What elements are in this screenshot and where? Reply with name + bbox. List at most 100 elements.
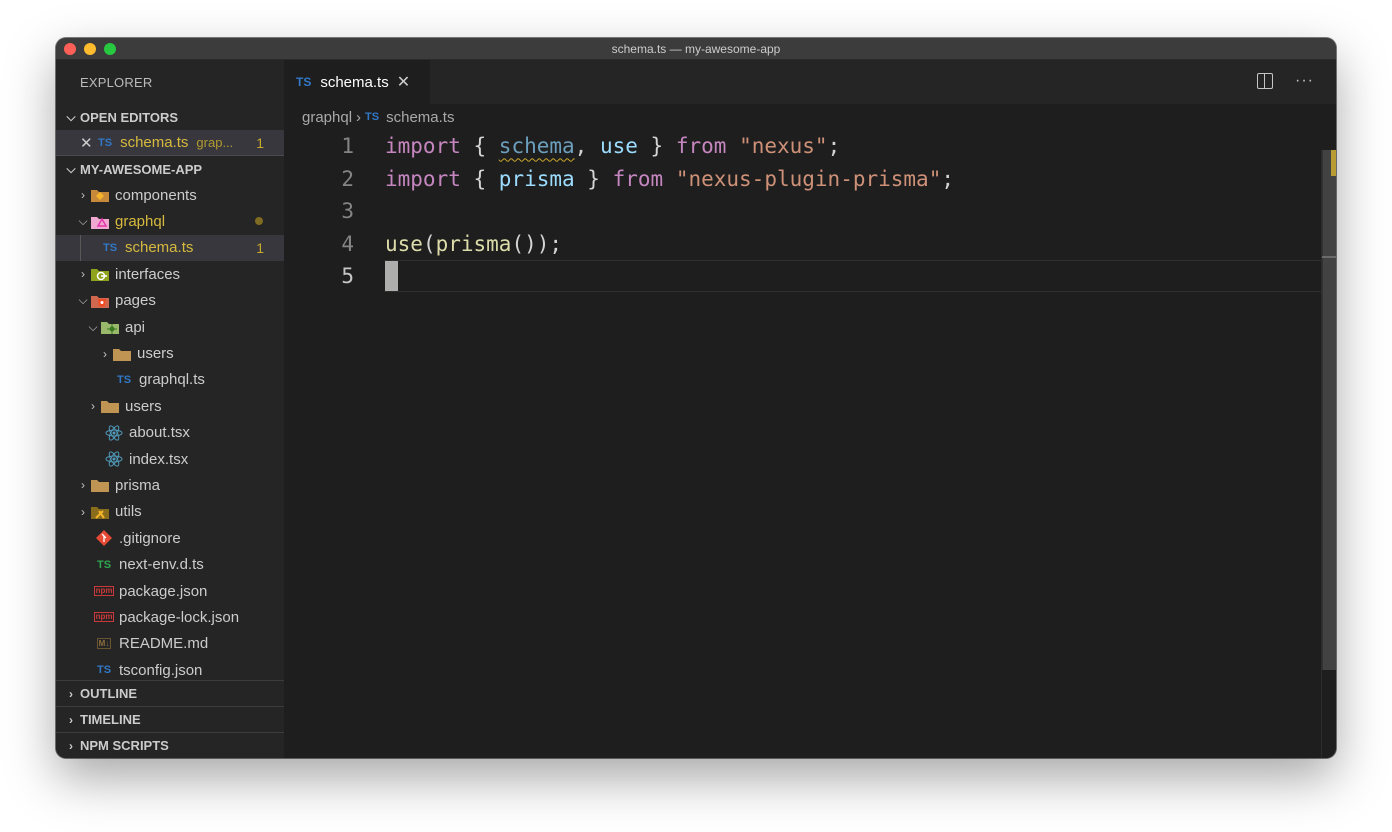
minimize-window-button[interactable] [84,43,96,55]
text-cursor [385,261,398,292]
vertical-scrollbar[interactable] [1322,150,1336,670]
maximize-window-button[interactable] [104,43,116,55]
typescript-icon: TS [98,136,113,149]
tab-label: schema.ts [320,73,389,91]
tree-item-pages[interactable]: ⌵ pages [56,288,284,314]
sidebar-bottom-sections: › OUTLINE › TIMELINE › NPM SCRIPTS [56,680,284,758]
problem-count-badge: 1 [256,239,264,256]
chevron-right-icon: › [69,738,73,753]
chevron-down-icon: ⌵ [66,161,76,176]
open-editor-filename: schema.ts [120,134,189,151]
tree-item-pages-users[interactable]: › users [56,393,284,419]
line-number: 3 [341,199,354,224]
tree-item-package-lock-json[interactable]: npm package-lock.json [56,604,284,630]
code-line-current: 5 [284,260,1336,293]
code-line: 3 [284,195,1336,228]
cursor-position-marker [1322,256,1336,258]
tree-item-index-tsx[interactable]: index.tsx [56,446,284,472]
more-actions-icon[interactable]: ··· [1295,72,1314,90]
chevron-down-icon: ⌵ [88,319,98,334]
project-section-toggle[interactable]: ⌵ MY-AWESOME-APP [56,156,284,182]
code-line: 4 use(prisma()); [284,228,1336,261]
tree-item-api-users[interactable]: › users [56,340,284,366]
folder-icon [90,477,110,493]
close-window-button[interactable] [64,43,76,55]
folder-utils-icon [90,504,110,520]
chevron-down-icon: ⌵ [78,214,88,229]
tree-item-components[interactable]: › components [56,182,284,208]
line-number: 2 [341,166,354,191]
tree-item-interfaces[interactable]: › interfaces [56,261,284,287]
chevron-right-icon: › [81,267,85,282]
tree-item-schema-ts[interactable]: TS schema.ts 1 [56,234,284,262]
current-line-highlight [384,260,1336,293]
typescript-icon: TS [116,373,132,386]
editor-area: TS schema.ts ✕ ··· graphql › TS schema.t… [284,60,1336,758]
tree-item-utils[interactable]: › utils [56,499,284,525]
chevron-right-icon: › [91,399,95,414]
chevron-right-icon: › [69,712,73,727]
tree-item-graphql[interactable]: ⌵ graphql [56,208,284,234]
window-title: schema.ts — my-awesome-app [611,41,781,56]
split-editor-icon[interactable] [1257,73,1274,89]
folder-api-icon [100,319,120,335]
tab-bar: TS schema.ts ✕ ··· [284,60,1336,104]
chevron-right-icon: › [81,188,85,203]
chevron-right-icon: › [69,686,73,701]
tree-item-graphql-ts[interactable]: TS graphql.ts [56,367,284,393]
code-line: 1 import { schema, use } from "nexus"; [284,130,1336,163]
typescript-icon: TS [296,75,312,89]
open-editors-label: OPEN EDITORS [80,109,179,125]
chevron-down-icon: ⌵ [66,109,76,124]
npm-icon: npm [93,586,115,597]
tree-item-readme[interactable]: M↓ README.md [56,631,284,657]
line-number: 4 [341,231,354,256]
warning-marker [1331,150,1336,176]
open-editors-section-toggle[interactable]: ⌵ OPEN EDITORS [56,104,284,130]
chevron-right-icon: › [81,504,85,519]
typescript-icon: TS [102,241,118,254]
react-icon [104,425,124,441]
chevron-right-icon: › [103,346,107,361]
title-bar: schema.ts — my-awesome-app [56,38,1336,60]
unused-import-warning: schema [498,134,575,159]
explorer-sidebar: EXPLORER ⌵ OPEN EDITORS ✕ TS schema.ts g… [56,60,284,758]
close-tab-icon[interactable]: ✕ [397,72,410,92]
tree-item-next-env[interactable]: TS next-env.d.ts [56,551,284,577]
tree-item-package-json[interactable]: npm package.json [56,578,284,604]
tree-item-prisma[interactable]: › prisma [56,472,284,498]
chevron-right-icon: › [81,478,85,493]
timeline-section-toggle[interactable]: › TIMELINE [56,706,284,732]
outline-section-toggle[interactable]: › OUTLINE [56,680,284,706]
project-label: MY-AWESOME-APP [80,161,203,177]
folder-graphql-icon [90,214,110,230]
tree-item-about-tsx[interactable]: about.tsx [56,420,284,446]
markdown-icon: M↓ [96,638,112,650]
code-editor[interactable]: 1 import { schema, use } from "nexus"; 2… [284,130,1336,293]
chevron-right-icon: › [356,108,362,126]
typescript-icon: TS [365,111,380,123]
problem-count-badge: 1 [256,134,264,151]
indent-guide [80,234,81,262]
git-icon [94,530,114,547]
folder-components-icon [90,187,110,203]
close-editor-icon[interactable]: ✕ [80,134,98,152]
folder-interfaces-icon [90,266,110,282]
explorer-header: EXPLORER [80,74,153,90]
npm-scripts-section-toggle[interactable]: › NPM SCRIPTS [56,732,284,758]
breadcrumb-folder[interactable]: graphql [302,109,352,126]
open-editor-item[interactable]: ✕ TS schema.ts grap... 1 [56,130,284,156]
file-tree: › components ⌵ graphql TS schema.ts 1 › … [56,182,284,683]
tree-item-gitignore[interactable]: .gitignore [56,525,284,551]
line-number: 5 [341,264,354,289]
folder-icon [112,346,132,362]
editor-actions: ··· [1257,72,1314,90]
chevron-down-icon: ⌵ [78,293,88,308]
window-controls [64,43,116,55]
typescript-definition-icon: TS [96,558,112,571]
npm-icon: npm [93,612,115,623]
breadcrumb-file[interactable]: schema.ts [386,109,454,126]
tree-item-api[interactable]: ⌵ api [56,314,284,340]
tab-schema-ts[interactable]: TS schema.ts ✕ [284,60,430,104]
folder-icon [100,398,120,414]
